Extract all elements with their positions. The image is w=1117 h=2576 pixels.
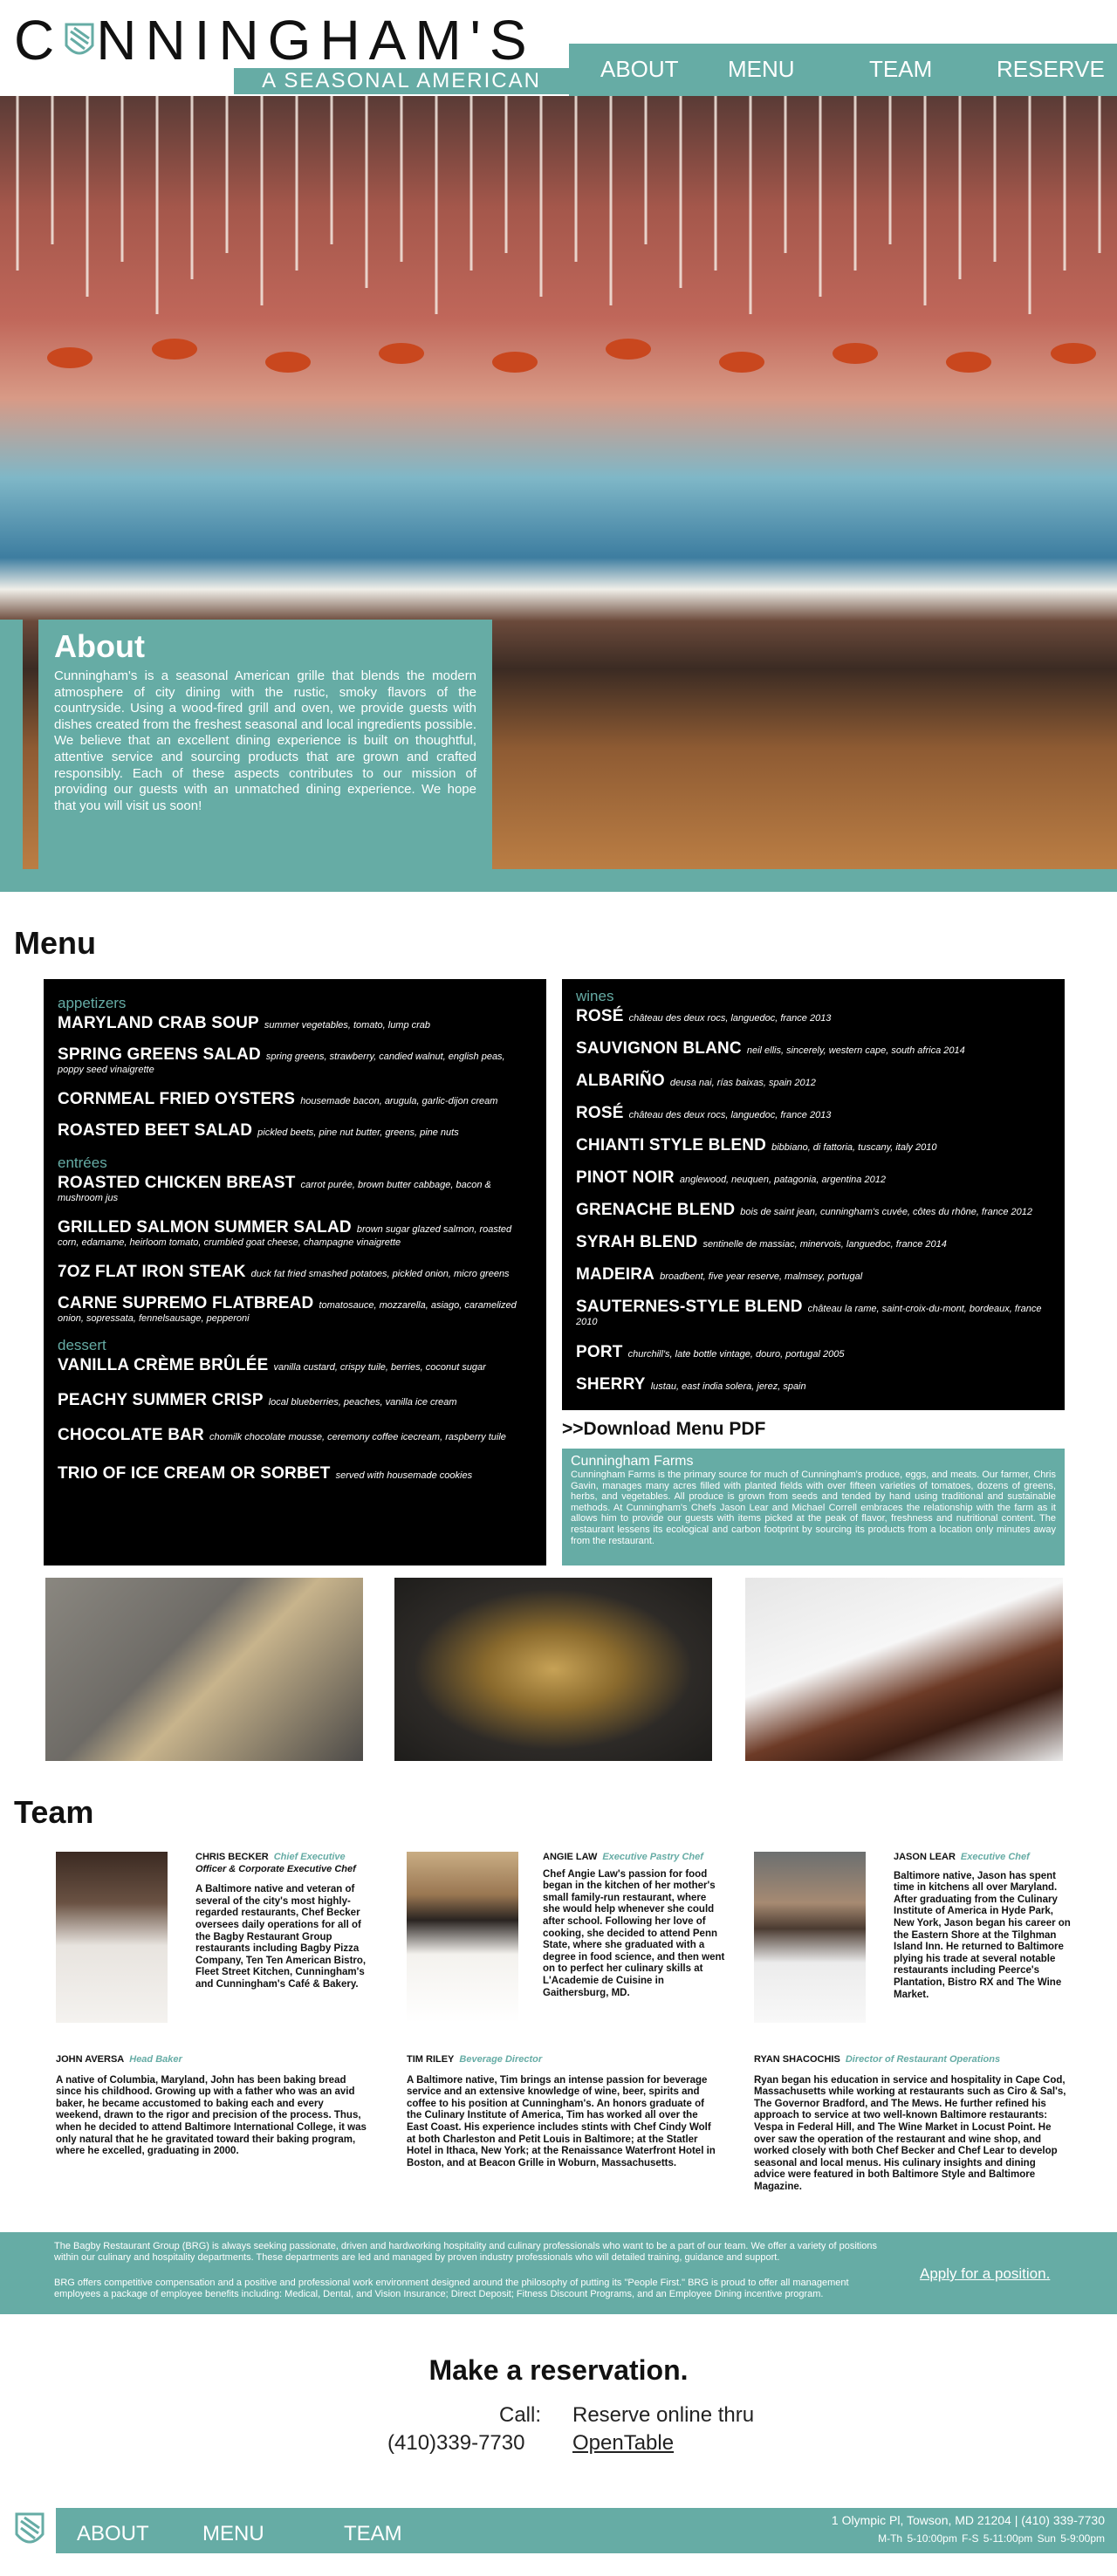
steak-dish-photo	[745, 1578, 1063, 1761]
hero-accent-bottom	[0, 869, 1117, 892]
call-label: Call:	[499, 2403, 542, 2427]
wines-heading: wines	[576, 988, 614, 1004]
site-footer: ABOUT MENU TEAM 1 Olympic Pl, Towson, MD…	[0, 2504, 1117, 2557]
footer-nav-team[interactable]: TEAM	[344, 2522, 402, 2546]
menu-item: SPRING GREENS SALAD spring greens, strawb…	[58, 1045, 505, 1075]
wine-item: ALBARIÑO deusa nai, rías baixas, spain 20…	[576, 1072, 816, 1090]
menu-item: CORNMEAL FRIED OYSTERS housemade bacon, a…	[58, 1090, 498, 1108]
dessert-heading: dessert	[58, 1337, 106, 1353]
careers-text-2: BRG offers competitive compensation and …	[54, 2278, 849, 2299]
footer-bar: ABOUT MENU TEAM 1 Olympic Pl, Towson, MD…	[56, 2508, 1117, 2553]
team-member-aversa: JOHN AVERSA Head Baker A native of Columb…	[56, 2054, 367, 2157]
wine-item: SAUVIGNON BLANC neil ellis, sincerely, we…	[576, 1039, 965, 1058]
tagline: A SEASONAL AMERICAN GRILL	[234, 68, 569, 119]
nav-team[interactable]: TEAM	[869, 56, 932, 83]
team-member-riley: TIM RILEY Beverage Director A Baltimore n…	[407, 2054, 716, 2168]
reservation-title: Make a reservation.	[428, 2354, 689, 2386]
apply-position-link[interactable]: Apply for a position.	[920, 2265, 1050, 2283]
angie-law-headshot	[407, 1852, 518, 2023]
wine-item: ROSÉ château des deux rocs, languedoc, fr…	[576, 1007, 832, 1025]
careers-banner: The Bagby Restaurant Group (BRG) is alwa…	[0, 2232, 1117, 2314]
team-member-lear: JASON LEAR Executive Chef Baltimore nativ…	[894, 1852, 1071, 2000]
nav-about[interactable]: ABOUT	[600, 56, 679, 83]
chris-becker-headshot	[56, 1852, 168, 2023]
phone-number[interactable]: (410)339-7730	[387, 2431, 524, 2456]
farms-panel: Cunningham Farms Cunningham Farms is the…	[562, 1449, 1065, 1565]
team-member-law: ANGIE LAW Executive Pastry Chef Chef Angi…	[543, 1852, 725, 1998]
wine-item: SAUTERNES-STYLE BLEND château la rame, sa…	[576, 1298, 1042, 1327]
menu-item: 7OZ FLAT IRON STEAK duck fat fried smashe…	[58, 1263, 510, 1281]
menu-section-title: Menu	[14, 925, 96, 961]
menu-item: GRILLED SALMON SUMMER SALAD brown sugar g…	[58, 1218, 512, 1248]
nav-reserve[interactable]: RESERVE	[997, 56, 1105, 83]
footer-address: 1 Olympic Pl, Towson, MD 21204 | (410) 3…	[831, 2513, 1105, 2527]
wine-item: SYRAH BLEND sentinelle de massiac, minerv…	[576, 1233, 947, 1251]
food-menu-panel: appetizers MARYLAND CRAB SOUP summer vege…	[44, 979, 546, 1565]
wine-item: MADEIRA broadbent, five year reserve, mal…	[576, 1265, 863, 1284]
leaf-logo-icon	[65, 23, 94, 55]
wine-item: GRENACHE BLEND bois de saint jean, cunnin…	[576, 1201, 1033, 1219]
reserve-online-label: Reserve online thru	[572, 2403, 755, 2427]
menu-item: MARYLAND CRAB SOUP summer vegetables, tom…	[58, 1014, 431, 1032]
footer-nav-menu[interactable]: MENU	[202, 2522, 264, 2546]
hero-image: About Cunningham's is a seasonal America…	[0, 96, 1117, 892]
hero-accent-left	[0, 620, 23, 892]
team-section-title: Team	[14, 1794, 94, 1830]
logo[interactable]: C NNINGHAM'S	[14, 12, 536, 68]
team-member-becker: CHRIS BECKER Chief Executive Officer & Co…	[195, 1852, 367, 1990]
wine-item: PORT churchill's, late bottle vintage, do…	[576, 1343, 845, 1361]
hanging-lamps-decor	[16, 96, 1101, 373]
leaf-logo-icon[interactable]	[14, 2510, 45, 2552]
download-menu-pdf-link[interactable]: >>Download Menu PDF	[562, 1419, 765, 1440]
menu-item: VANILLA CRÈME BRÛLÉE vanilla custard, cri…	[58, 1356, 486, 1374]
appetizers-heading: appetizers	[58, 995, 127, 1011]
site-header: CNNINGHAM'S A SEASONAL AMERICAN GRILL AB…	[0, 0, 1117, 119]
team-member-shacochis: RYAN SHACOCHIS Director of Restaurant Ope…	[754, 2054, 1066, 2192]
entrees-heading: entrées	[58, 1154, 107, 1171]
footer-hours: M-Th 5-10:00pm F-S 5-11:00pm Sun 5-9:00p…	[878, 2532, 1105, 2545]
opentable-link[interactable]: OpenTable	[572, 2431, 674, 2456]
about-body: Cunningham's is a seasonal American gril…	[54, 668, 476, 813]
logo-c-letter: C	[14, 9, 64, 72]
logo-rest: NNINGHAM'S	[96, 9, 536, 72]
menu-item: ROASTED CHICKEN BREAST carrot purée, brow…	[58, 1174, 491, 1203]
top-navigation: ABOUT MENU TEAM RESERVE	[569, 44, 1117, 96]
jason-lear-headshot	[754, 1852, 866, 2023]
vegetable-dish-photo	[394, 1578, 712, 1761]
footer-nav-about[interactable]: ABOUT	[77, 2522, 149, 2546]
nav-menu[interactable]: MENU	[728, 56, 795, 83]
dessert-jar-photo	[45, 1578, 363, 1761]
menu-item: ROASTED BEET SALAD pickled beets, pine nu…	[58, 1121, 459, 1140]
wine-item: SHERRY lustau, east india solera, jerez, …	[576, 1375, 806, 1394]
about-title: About	[54, 628, 145, 664]
wine-item: ROSÉ château des deux rocs, languedoc, fr…	[576, 1104, 832, 1122]
menu-item: CHOCOLATE BAR chomilk chocolate mousse, c…	[58, 1426, 506, 1444]
about-panel: About Cunningham's is a seasonal America…	[38, 620, 492, 873]
menu-item: CARNE SUPREMO FLATBREAD tomatosauce, mozz…	[58, 1294, 517, 1324]
farms-title: Cunningham Farms	[571, 1454, 694, 1469]
wine-item: PINOT NOIR anglewood, neuquen, patagonia,…	[576, 1168, 886, 1187]
menu-item: TRIO OF ICE CREAM OR SORBET served with h…	[58, 1464, 473, 1483]
farms-body: Cunningham Farms is the primary source f…	[571, 1470, 1056, 1546]
wine-menu-panel: wines ROSÉ château des deux rocs, langued…	[562, 979, 1065, 1410]
careers-text-1: The Bagby Restaurant Group (BRG) is alwa…	[54, 2241, 878, 2263]
wine-item: CHIANTI STYLE BLEND bibbiano, di fattoria…	[576, 1136, 937, 1154]
menu-item: PEACHY SUMMER CRISP local blueberries, pe…	[58, 1391, 457, 1409]
